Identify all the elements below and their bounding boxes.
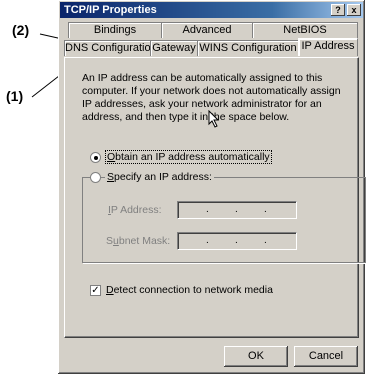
subnet-dot-1: .	[206, 235, 209, 246]
cancel-button[interactable]: Cancel	[294, 346, 358, 367]
callout-label-1: (1)	[6, 88, 24, 104]
specify-ip-groupbox	[82, 177, 366, 263]
ok-button[interactable]: OK	[224, 346, 288, 367]
specify-ip-radio[interactable]	[90, 172, 101, 183]
title-bar: TCP/IP Properties ? x	[60, 2, 363, 18]
tab-wins-configuration[interactable]: WINS Configuration	[197, 40, 299, 56]
subnet-dot-2: .	[235, 235, 238, 246]
tab-advanced[interactable]: Advanced	[161, 22, 253, 38]
subnet-mask-label: Subnet Mask:	[106, 235, 171, 247]
mouse-cursor-icon	[208, 110, 220, 128]
tab-gateway[interactable]: Gateway	[150, 40, 198, 56]
ip-dot-1: .	[206, 204, 209, 215]
close-button[interactable]: x	[347, 4, 361, 16]
ip-address-field[interactable]: . . .	[177, 201, 297, 219]
tab-dns-configuration[interactable]: DNS Configuration	[64, 40, 157, 56]
subnet-mask-field[interactable]: . . .	[177, 232, 297, 250]
tab-netbios[interactable]: NetBIOS	[252, 22, 358, 38]
specify-ip-label[interactable]: Specify an IP address:	[105, 171, 214, 183]
window-title: TCP/IP Properties	[64, 4, 157, 16]
ip-address-label: IP Address:	[108, 204, 162, 216]
ip-dot-2: .	[235, 204, 238, 215]
help-button[interactable]: ?	[331, 4, 345, 16]
callout-label-2: (2)	[12, 22, 30, 38]
ip-dot-3: .	[264, 204, 267, 215]
detect-connection-checkbox[interactable]: ✓	[90, 285, 101, 296]
tab-ip-address[interactable]: IP Address	[298, 38, 358, 56]
tab-bindings[interactable]: Bindings	[68, 22, 162, 38]
detect-connection-label[interactable]: Detect connection to network media	[106, 284, 273, 296]
subnet-dot-3: .	[264, 235, 267, 246]
obtain-ip-radio[interactable]	[90, 152, 101, 163]
obtain-ip-label[interactable]: Obtain an IP address automatically	[105, 150, 272, 164]
